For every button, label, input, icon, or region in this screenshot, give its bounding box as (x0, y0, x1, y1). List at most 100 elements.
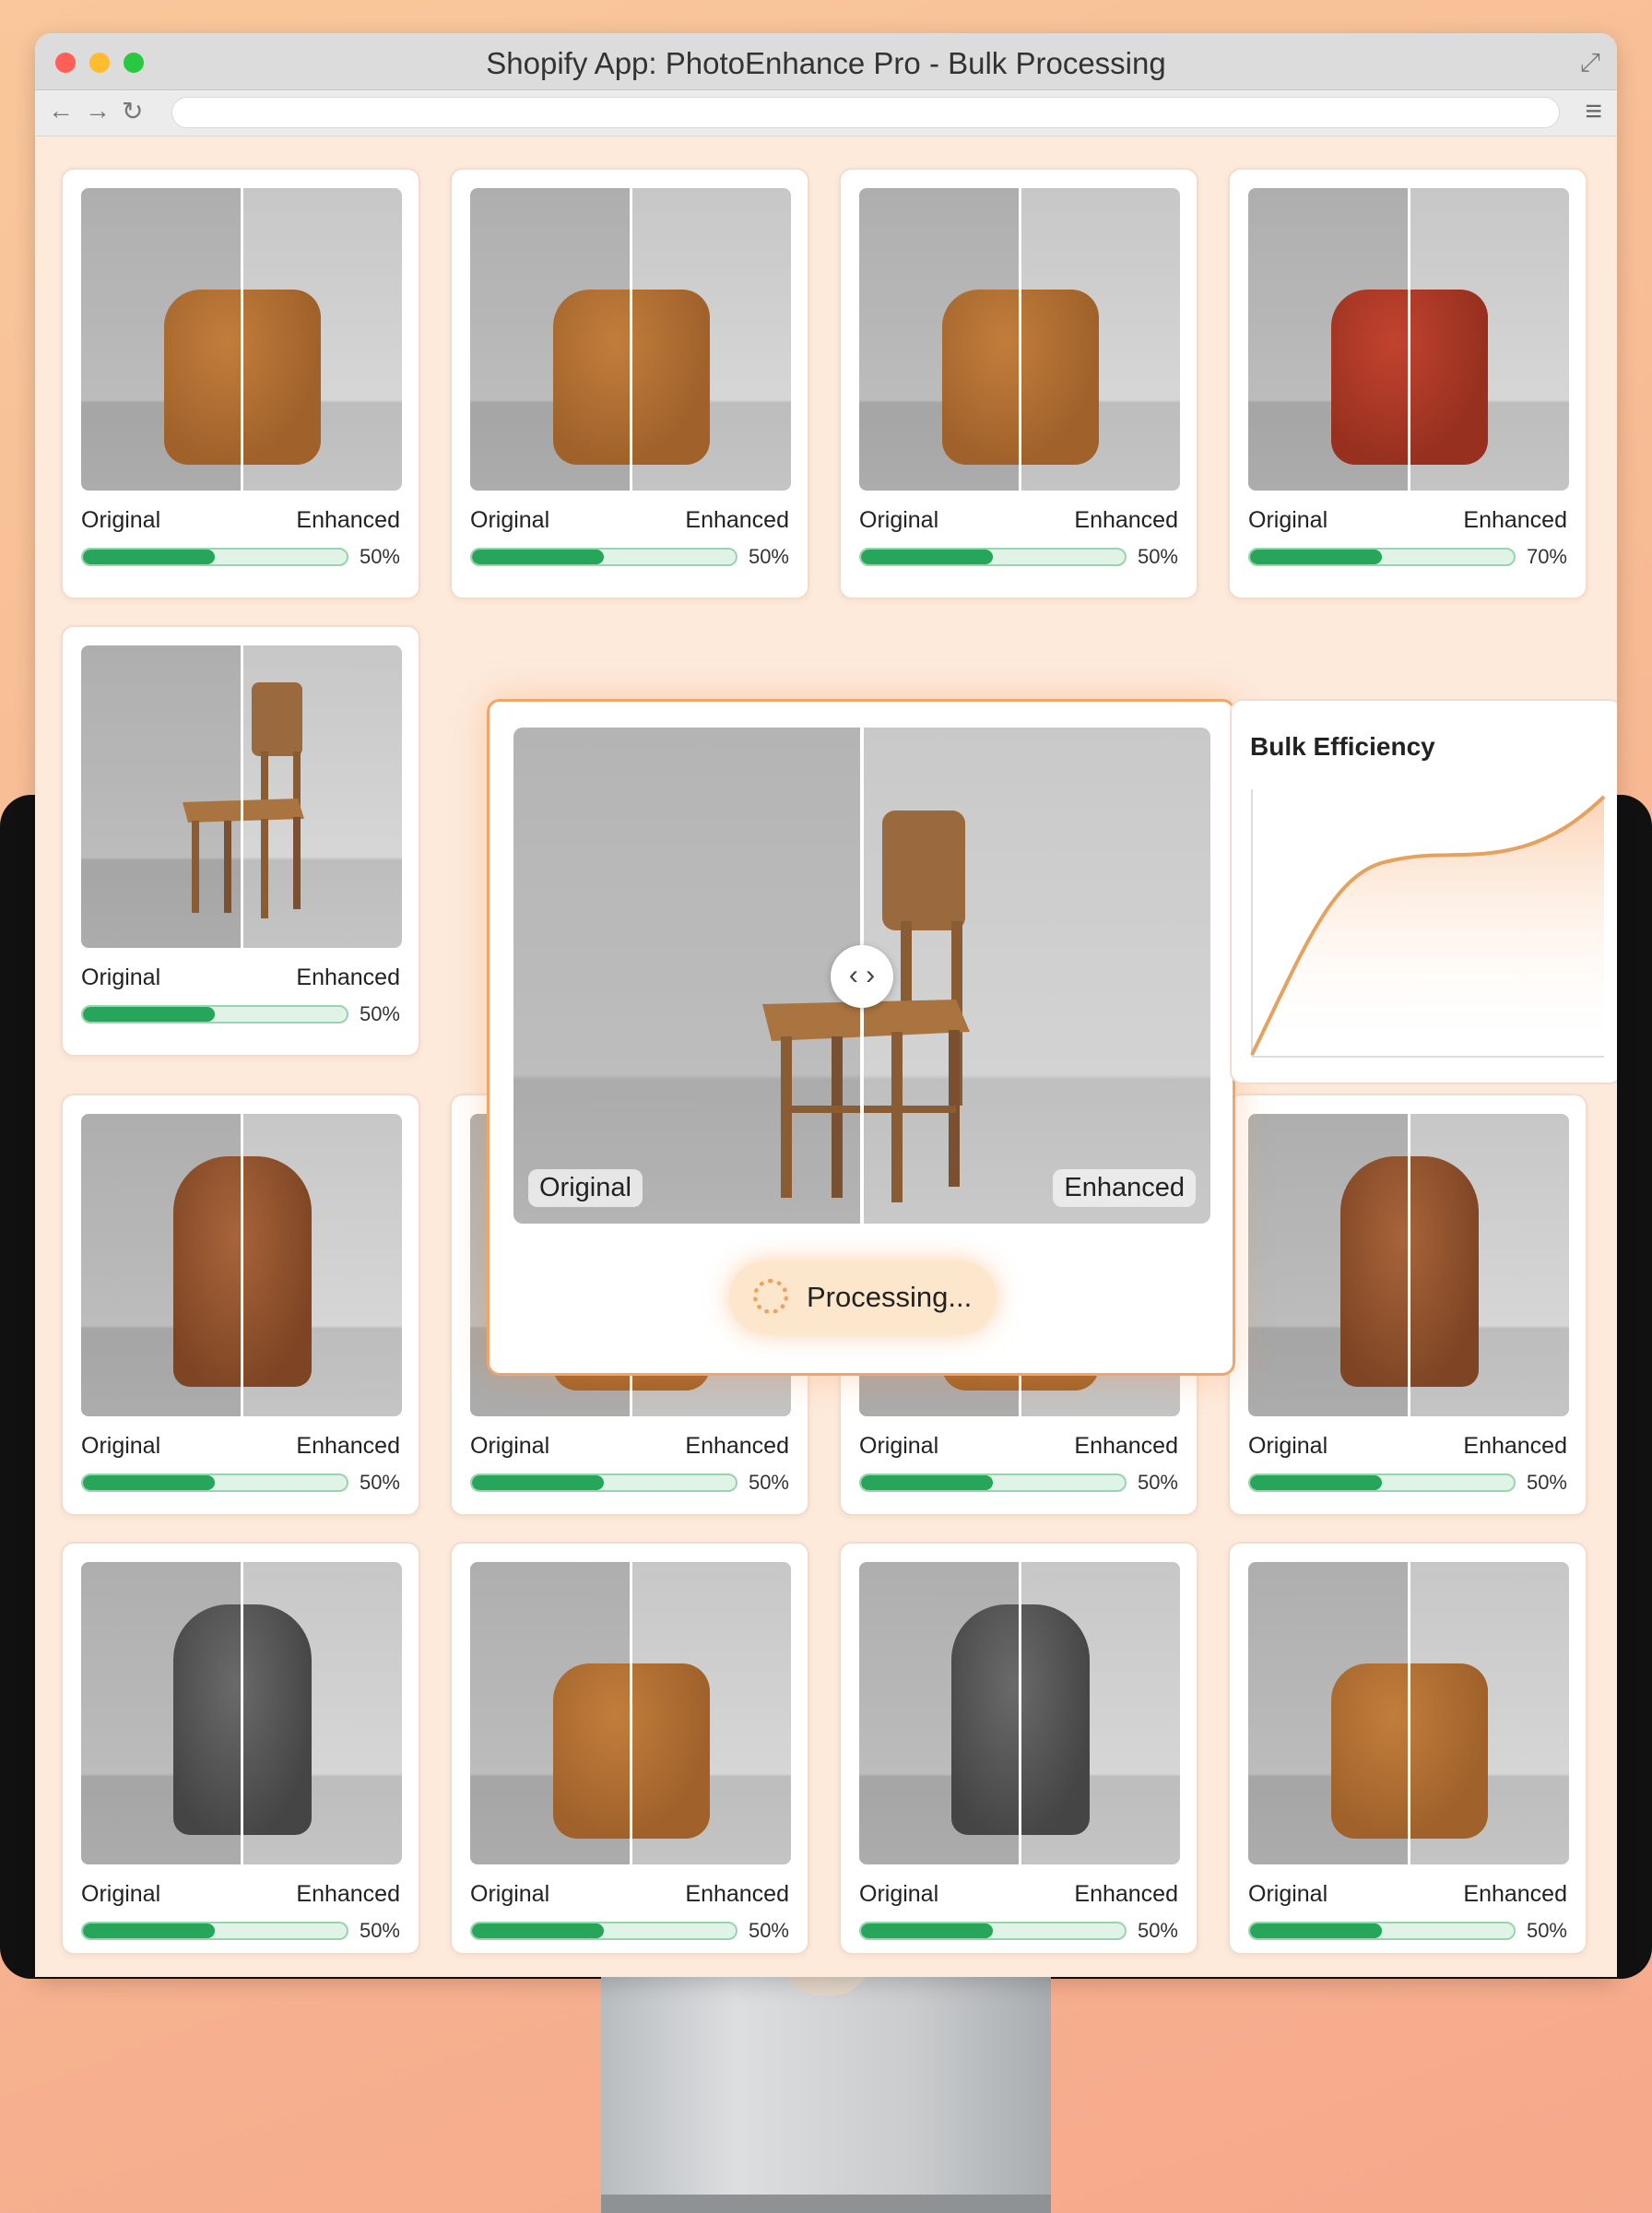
reload-icon[interactable]: ↻ (122, 96, 143, 126)
original-label: Original (470, 1433, 550, 1459)
progress-fill (861, 1923, 993, 1938)
progress-bar (1248, 548, 1516, 566)
before-after-thumbnail[interactable] (81, 645, 402, 948)
original-label: Original (859, 1881, 939, 1907)
thumbnail-divider[interactable] (630, 188, 632, 491)
progress-bar (859, 1473, 1127, 1492)
original-label: Original (470, 507, 550, 533)
thumbnail-divider[interactable] (1408, 188, 1410, 491)
enhanced-label: Enhanced (1074, 1881, 1178, 1907)
efficiency-chart (1250, 789, 1606, 1058)
photo-card[interactable]: Original Enhanced 50% (61, 625, 420, 1057)
before-after-thumbnail[interactable] (859, 1562, 1180, 1864)
progress-percent: 70% (1526, 545, 1567, 568)
thumbnail-divider[interactable] (1019, 1562, 1021, 1864)
back-icon[interactable]: ← (48, 96, 74, 125)
progress-percent: 50% (748, 545, 789, 568)
before-after-thumbnail[interactable] (1248, 188, 1569, 491)
before-after-thumbnail[interactable] (81, 1562, 402, 1864)
enhanced-label: Enhanced (296, 507, 400, 533)
progress-fill (1250, 1475, 1382, 1490)
photo-card[interactable]: Original Enhanced 50% (1228, 1094, 1587, 1516)
photo-card[interactable]: Original Enhanced 50% (450, 168, 809, 599)
thumbnail-divider[interactable] (241, 1114, 243, 1416)
photo-card[interactable]: Original Enhanced 50% (1228, 1542, 1587, 1955)
original-label: Original (81, 964, 161, 990)
progress-percent: 50% (748, 1471, 789, 1494)
progress-fill (472, 1475, 604, 1490)
thumbnail-divider[interactable] (241, 645, 243, 948)
enhanced-label: Enhanced (1074, 1433, 1178, 1459)
before-after-thumbnail[interactable] (81, 188, 402, 491)
progress-fill (861, 550, 993, 564)
thumbnail-divider[interactable] (1408, 1114, 1410, 1416)
photo-card[interactable]: Original Enhanced 50% (450, 1542, 809, 1955)
before-after-thumbnail[interactable] (81, 1114, 402, 1416)
progress-bar (81, 548, 348, 566)
title-bar: Shopify App: PhotoEnhance Pro - Bulk Pro… (35, 33, 1617, 90)
progress-percent: 50% (1137, 1471, 1178, 1494)
original-label: Original (470, 1881, 550, 1907)
comparison-preview: ‹ › Original Enhanced Processing... (487, 699, 1235, 1376)
progress-bar (81, 1922, 348, 1940)
menu-icon[interactable]: ≡ (1585, 94, 1602, 128)
progress-bar (859, 548, 1127, 566)
progress-fill (83, 1475, 215, 1490)
progress-percent: 50% (1137, 545, 1178, 568)
progress-percent: 50% (1526, 1471, 1567, 1494)
enhanced-tag: Enhanced (1053, 1169, 1196, 1207)
address-bar[interactable] (171, 97, 1560, 128)
original-label: Original (859, 507, 939, 533)
original-tag: Original (528, 1169, 643, 1207)
forward-icon[interactable]: → (85, 96, 111, 125)
processing-status: Processing... (729, 1260, 997, 1334)
photo-card[interactable]: Original Enhanced 50% (839, 168, 1198, 599)
progress-percent: 50% (359, 1471, 400, 1494)
progress-percent: 50% (1526, 1919, 1567, 1942)
enhanced-label: Enhanced (1463, 507, 1567, 533)
progress-fill (472, 1923, 604, 1938)
enhanced-label: Enhanced (296, 964, 400, 990)
photo-card[interactable]: Original Enhanced 50% (839, 1542, 1198, 1955)
progress-fill (83, 1007, 215, 1022)
original-label: Original (81, 507, 161, 533)
photo-card[interactable]: Original Enhanced 50% (61, 1094, 420, 1516)
progress-percent: 50% (1137, 1919, 1178, 1942)
comparison-image[interactable]: ‹ › Original Enhanced (513, 728, 1210, 1224)
progress-bar (470, 1473, 738, 1492)
bulk-efficiency-title: Bulk Efficiency (1250, 732, 1435, 761)
original-label: Original (81, 1881, 161, 1907)
thumbnail-divider[interactable] (241, 1562, 243, 1864)
progress-bar (470, 1922, 738, 1940)
before-after-thumbnail[interactable] (859, 188, 1180, 491)
original-label: Original (1248, 1881, 1328, 1907)
before-after-thumbnail[interactable] (470, 1562, 791, 1864)
before-after-thumbnail[interactable] (1248, 1562, 1569, 1864)
progress-bar (1248, 1922, 1516, 1940)
enhanced-label: Enhanced (296, 1433, 400, 1459)
thumbnail-divider[interactable] (241, 188, 243, 491)
progress-fill (83, 1923, 215, 1938)
photo-card[interactable]: Original Enhanced 50% (61, 168, 420, 599)
photo-card[interactable]: Original Enhanced 50% (61, 1542, 420, 1955)
fullscreen-icon[interactable]: ⤢ (1580, 48, 1600, 78)
progress-fill (861, 1475, 993, 1490)
progress-percent: 50% (359, 1002, 400, 1025)
before-after-thumbnail[interactable] (470, 188, 791, 491)
thumbnail-divider[interactable] (630, 1562, 632, 1864)
original-label: Original (859, 1433, 939, 1459)
browser-toolbar: ← → ↻ ≡ (35, 90, 1617, 136)
photo-card[interactable]: Original Enhanced 70% (1228, 168, 1587, 599)
progress-fill (1250, 1923, 1382, 1938)
enhanced-label: Enhanced (296, 1881, 400, 1907)
before-after-thumbnail[interactable] (1248, 1114, 1569, 1416)
progress-bar (859, 1922, 1127, 1940)
thumbnail-divider[interactable] (1019, 188, 1021, 491)
progress-percent: 50% (748, 1919, 789, 1942)
progress-percent: 50% (359, 1919, 400, 1942)
bulk-efficiency-panel: Bulk Efficiency (1230, 699, 1617, 1084)
window-title: Shopify App: PhotoEnhance Pro - Bulk Pro… (486, 46, 1166, 80)
thumbnail-divider[interactable] (1408, 1562, 1410, 1864)
arrows-left-right-icon[interactable]: ‹ › (831, 945, 893, 1008)
progress-fill (472, 550, 604, 564)
